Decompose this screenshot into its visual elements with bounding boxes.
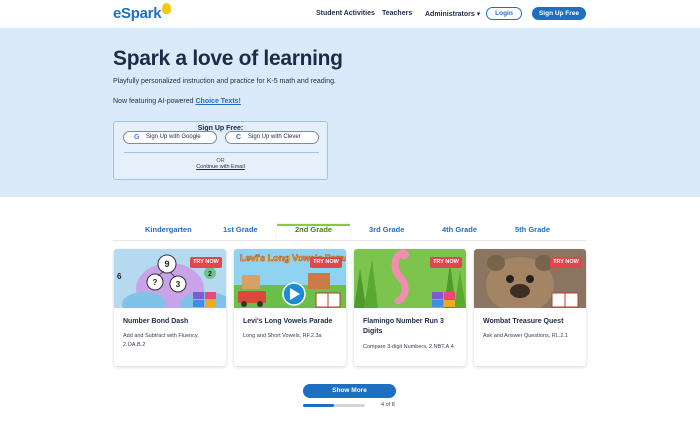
continue-with-email-link[interactable]: Continue with Email — [114, 164, 327, 170]
try-now-badge[interactable]: TRY NOW — [550, 257, 582, 268]
lightbulb-icon — [162, 3, 172, 14]
signup-free-button[interactable]: Sign Up Free — [532, 7, 586, 20]
tabs-divider — [113, 240, 586, 241]
tab-kindergarten[interactable]: Kindergarten — [145, 225, 192, 234]
nav-student-activities[interactable]: Student Activities — [316, 10, 375, 17]
espark-logo[interactable]: eSpark — [113, 3, 172, 22]
pagination-progress-track — [303, 404, 365, 407]
google-signup-button[interactable]: G Sign Up with Google — [123, 131, 217, 144]
activity-thumbnail: Levi's Long Vowels Parade TRY NOW — [234, 249, 346, 308]
nav-teachers[interactable]: Teachers — [382, 10, 412, 17]
activity-card-flamingo-number-run[interactable]: TRY NOW Flamingo Number Run 3 Digits Com… — [354, 249, 466, 366]
card-description: Long and Short Vowels, RF.2.3a — [243, 333, 322, 339]
login-button[interactable]: Login — [486, 7, 522, 20]
card-title: Flamingo Number Run 3 Digits — [363, 318, 444, 335]
card-title: Wombat Treasure Quest — [483, 318, 564, 325]
tab-5th-grade[interactable]: 5th Grade — [515, 225, 550, 234]
bond-right-number: 3 — [176, 280, 181, 289]
try-now-badge[interactable]: TRY NOW — [430, 257, 462, 268]
activity-thumbnail: 9 ? 3 6 2 TRY NOW — [114, 249, 226, 308]
try-now-badge[interactable]: TRY NOW — [190, 257, 222, 268]
bond-left-number: ? — [153, 278, 158, 287]
activity-card-wombat-treasure-quest[interactable]: TRY NOW Wombat Treasure Quest Ask and An… — [474, 249, 586, 366]
choice-texts-link[interactable]: Choice Texts! — [196, 98, 241, 105]
activity-card-number-bond-dash[interactable]: 9 ? 3 6 2 TRY NOW Number Bond Dash Add a… — [114, 249, 226, 366]
floating-number-right: 2 — [208, 271, 212, 278]
tab-3rd-grade[interactable]: 3rd Grade — [369, 225, 404, 234]
show-more-button[interactable]: Show More — [303, 384, 396, 398]
try-now-badge[interactable]: TRY NOW — [310, 257, 342, 268]
clever-icon: C — [236, 134, 242, 141]
pagination-label: 4 of 8 — [381, 402, 395, 408]
signup-box: Sign Up Free: G Sign Up with Google C Si… — [113, 121, 328, 180]
card-description: Compare 3-digit Numbers, 2.NBT.A.4 — [363, 344, 454, 350]
card-description: Ask and Answer Questions, RL.2.1 — [483, 333, 568, 339]
google-icon: G — [134, 134, 140, 141]
activity-thumbnail: TRY NOW — [354, 249, 466, 308]
hero-subtitle: Playfully personalized instruction and p… — [113, 78, 336, 85]
tab-1st-grade[interactable]: 1st Grade — [223, 225, 258, 234]
card-description: Add and Subtract with Fluency, 2.OA.B.2 — [123, 333, 199, 348]
tab-4th-grade[interactable]: 4th Grade — [442, 225, 477, 234]
clever-signup-button[interactable]: C Sign Up with Clever — [225, 131, 319, 144]
hero-featuring: Now featuring AI-powered Choice Texts! — [113, 98, 241, 105]
pagination-progress-fill — [303, 404, 334, 407]
site-header: eSpark Student Activities Teachers Admin… — [0, 0, 700, 28]
hero-title: Spark a love of learning — [113, 47, 343, 70]
tab-2nd-grade[interactable]: 2nd Grade — [295, 225, 332, 234]
activity-thumbnail: TRY NOW — [474, 249, 586, 308]
bond-top-number: 9 — [164, 259, 169, 269]
activity-card-levis-long-vowels[interactable]: Levi's Long Vowels Parade TRY NOW Levi's… — [234, 249, 346, 366]
nav-administrators[interactable]: Administrators ▾ — [425, 10, 480, 18]
card-title: Levi's Long Vowels Parade — [243, 318, 333, 325]
floating-number-left: 6 — [117, 272, 122, 281]
card-title: Number Bond Dash — [123, 318, 189, 325]
hero-section: Spark a love of learning Playfully perso… — [0, 28, 700, 197]
